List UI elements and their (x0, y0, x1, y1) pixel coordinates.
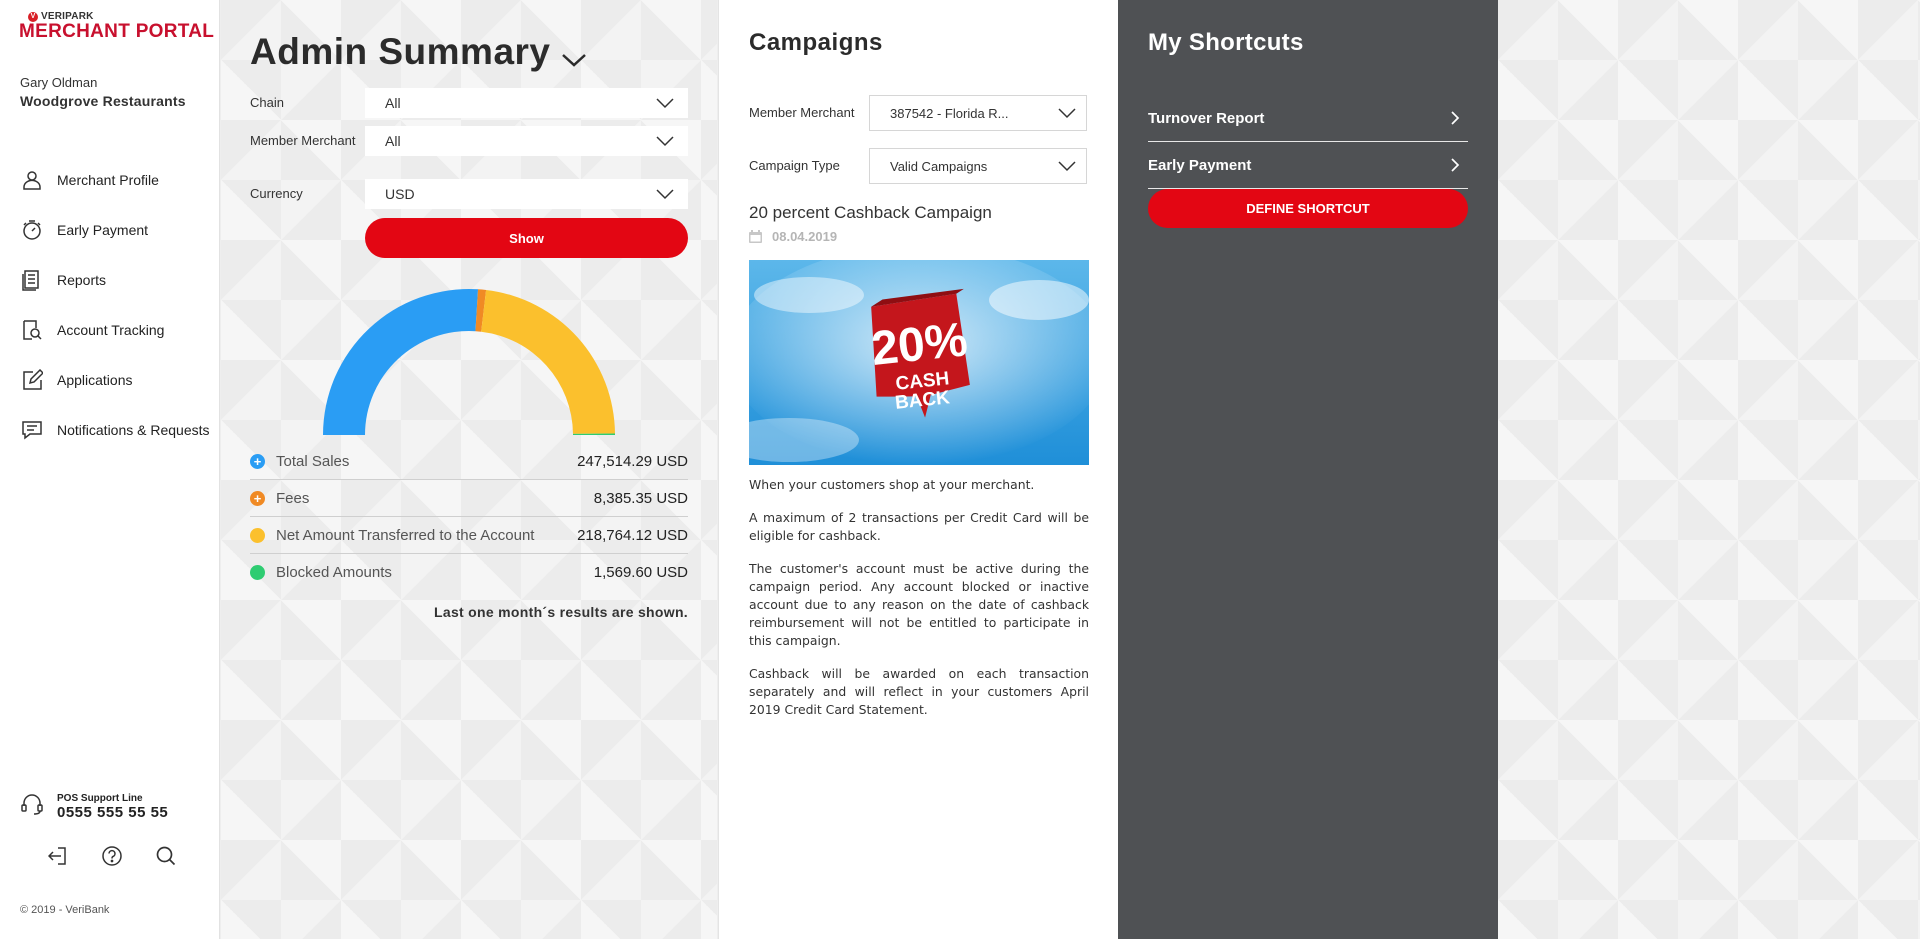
circle-icon (250, 565, 265, 580)
nav-account-tracking[interactable]: Account Tracking (20, 305, 210, 355)
search-icon[interactable] (155, 845, 177, 867)
campaign-type-select[interactable]: Valid Campaigns (869, 148, 1087, 184)
campaign-paragraph: When your customers shop at your merchan… (749, 477, 1035, 492)
summary-legend: + Total Sales 247,514.29 USD + Fees 8,38… (250, 443, 688, 591)
summary-donut-chart (323, 289, 615, 435)
sidebar: V VERIPARK MERCHANT PORTAL Gary Oldman W… (0, 0, 220, 939)
campaign-paragraph: A maximum of 2 transactions per Credit C… (749, 510, 1089, 543)
currency-filter: Currency USD (250, 179, 688, 209)
chat-icon (20, 418, 44, 442)
bottom-actions (47, 845, 177, 867)
chevron-down-icon (656, 97, 674, 108)
pos-support: POS Support Line 0555 555 55 55 (20, 792, 168, 821)
nav-reports[interactable]: Reports (20, 255, 210, 305)
logo[interactable]: V VERIPARK MERCHANT PORTAL (19, 11, 214, 42)
campaign-member-select[interactable]: 387542 - Florida R... (869, 95, 1087, 131)
campaign-description: When your customers shop at your merchan… (749, 476, 1089, 734)
admin-summary-panel: Admin Summary Chain All Member Merchant … (221, 0, 717, 939)
veripark-logo-icon: V (28, 11, 38, 22)
chevron-right-icon (1451, 158, 1460, 172)
chevron-down-icon (1058, 160, 1076, 171)
nav-applications[interactable]: Applications (20, 355, 210, 405)
document-icon (20, 268, 44, 292)
legend-row-fees: + Fees 8,385.35 USD (250, 480, 688, 517)
user-company: Woodgrove Restaurants (20, 93, 186, 109)
support-phone[interactable]: 0555 555 55 55 (57, 804, 168, 821)
campaign-image-big-text: 20% (869, 313, 970, 376)
chevron-right-icon (1451, 111, 1460, 125)
shortcuts-list: Turnover Report Early Payment (1148, 95, 1468, 189)
user-icon (20, 168, 44, 192)
campaign-name[interactable]: 20 percent Cashback Campaign (749, 203, 992, 223)
support-label: POS Support Line (57, 792, 143, 804)
campaign-paragraph: The customer's account must be active du… (749, 561, 1089, 648)
stopwatch-icon (20, 218, 44, 242)
donut-slice-total-sales[interactable] (323, 289, 479, 435)
background-area (1498, 0, 1920, 939)
logout-icon[interactable] (47, 845, 69, 867)
edit-icon (20, 368, 44, 392)
currency-select[interactable]: USD (365, 179, 688, 209)
member-merchant-select[interactable]: All (365, 126, 688, 156)
legend-row-blocked-amounts: Blocked Amounts 1,569.60 USD (250, 554, 688, 591)
define-shortcut-button[interactable]: DEFINE SHORTCUT (1148, 189, 1468, 228)
user-info: Gary Oldman Woodgrove Restaurants (20, 75, 186, 109)
shortcut-turnover-report[interactable]: Turnover Report (1148, 95, 1468, 142)
main-nav: Merchant Profile Early Payment Reports A… (20, 155, 210, 455)
legend-row-net-amount: Net Amount Transferred to the Account 21… (250, 517, 688, 554)
headset-icon (20, 792, 44, 821)
campaigns-panel: Campaigns Member Merchant 387542 - Flori… (718, 0, 1118, 939)
chain-filter: Chain All (250, 88, 688, 118)
calendar-icon (749, 230, 762, 243)
admin-summary-title[interactable]: Admin Summary (250, 27, 587, 77)
legend-row-total-sales: + Total Sales 247,514.29 USD (250, 443, 688, 480)
member-merchant-filter: Member Merchant All (250, 126, 688, 156)
brand-title: MERCHANT PORTAL (19, 21, 215, 42)
campaign-paragraph: Cashback will be awarded on each transac… (749, 666, 1089, 717)
donut-slice-net-amount-transferred-to-the-account[interactable] (481, 290, 615, 434)
campaign-type-filter: Campaign Type Valid Campaigns (749, 148, 1089, 184)
show-button[interactable]: Show (365, 218, 688, 258)
chevron-down-icon[interactable] (561, 35, 587, 77)
user-name: Gary Oldman (20, 75, 98, 90)
shortcut-early-payment[interactable]: Early Payment (1148, 142, 1468, 189)
copyright: © 2019 - VeriBank (20, 904, 110, 916)
campaign-image[interactable]: 20% CASH BACK (749, 260, 1089, 465)
campaign-member-filter: Member Merchant 387542 - Florida R... (749, 95, 1089, 131)
shortcuts-panel: My Shortcuts Turnover Report Early Payme… (1118, 0, 1498, 939)
nav-merchant-profile[interactable]: Merchant Profile (20, 155, 210, 205)
campaign-date: 08.04.2019 (749, 229, 837, 244)
nav-notifications[interactable]: Notifications & Requests (20, 405, 210, 455)
search-document-icon (20, 318, 44, 342)
plus-circle-icon: + (250, 490, 265, 506)
campaigns-title: Campaigns (749, 29, 883, 56)
shortcuts-title: My Shortcuts (1148, 29, 1304, 56)
nav-early-payment[interactable]: Early Payment (20, 205, 210, 255)
results-note: Last one month´s results are shown. (434, 604, 688, 620)
chain-select[interactable]: All (365, 88, 688, 118)
plus-circle-icon: + (250, 453, 265, 469)
circle-icon (250, 527, 265, 543)
chevron-down-icon (656, 135, 674, 146)
help-icon[interactable] (101, 845, 123, 867)
chevron-down-icon (1058, 107, 1076, 118)
chevron-down-icon (656, 188, 674, 199)
